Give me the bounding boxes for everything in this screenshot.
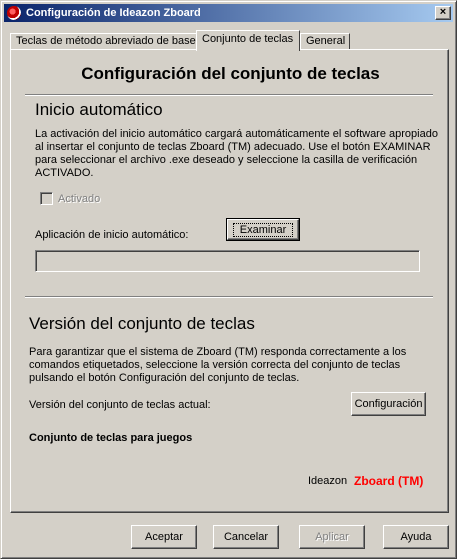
configuracion-button[interactable]: Configuración bbox=[351, 392, 426, 416]
accept-button-label: Aceptar bbox=[145, 531, 183, 543]
autostart-heading: Inicio automático bbox=[35, 100, 163, 119]
description-line: ACTIVADO. bbox=[35, 167, 94, 179]
divider bbox=[25, 94, 433, 96]
dialog-window: Configuración de Ideazon Zboard × Teclas… bbox=[0, 0, 457, 559]
autostart-description: La activación del inicio automático carg… bbox=[35, 128, 438, 180]
version-description: Para garantizar que el sistema de Zboard… bbox=[29, 346, 406, 385]
tab-general[interactable]: General bbox=[300, 33, 350, 50]
divider bbox=[25, 296, 433, 298]
activado-checkbox-row: Activado bbox=[40, 192, 100, 205]
apply-button[interactable]: Aplicar bbox=[299, 525, 365, 549]
current-version-label: Versión del conjunto de teclas actual: bbox=[29, 399, 211, 411]
browse-button[interactable]: Examinar bbox=[226, 218, 300, 241]
autostart-app-path-field bbox=[35, 250, 420, 272]
tab-label: Teclas de método abreviado de base bbox=[16, 35, 196, 47]
help-button-label: Ayuda bbox=[400, 531, 432, 543]
window-title: Configuración de Ideazon Zboard bbox=[26, 7, 201, 19]
tab-teclas-metodo-abreviado[interactable]: Teclas de método abreviado de base bbox=[10, 33, 198, 50]
close-button[interactable]: × bbox=[435, 6, 451, 20]
description-line: comandos etiquetados, seleccione la vers… bbox=[29, 359, 401, 371]
tab-label: Conjunto de teclas bbox=[202, 33, 294, 45]
browse-button-label: Examinar bbox=[232, 222, 294, 237]
apply-button-label: Aplicar bbox=[315, 531, 349, 543]
brand-prefix: Ideazon bbox=[308, 475, 348, 487]
description-line: al insertar el conjunto de teclas Zboard… bbox=[35, 141, 431, 153]
tab-panel: Configuración del conjunto de teclas Ini… bbox=[10, 49, 449, 513]
description-line: Para garantizar que el sistema de Zboard… bbox=[29, 346, 407, 358]
close-icon: × bbox=[439, 6, 447, 18]
accept-button[interactable]: Aceptar bbox=[131, 525, 197, 549]
cancel-button[interactable]: Cancelar bbox=[213, 525, 279, 549]
panel-title: Configuración del conjunto de teclas bbox=[81, 64, 380, 83]
activado-checkbox bbox=[40, 192, 53, 205]
title-bar[interactable]: Configuración de Ideazon Zboard × bbox=[4, 4, 453, 22]
description-line: para seleccionar el archivo .exe deseado… bbox=[35, 154, 418, 166]
activado-label: Activado bbox=[58, 192, 101, 205]
brand-name: Zboard (TM) bbox=[354, 474, 424, 488]
current-version-value: Conjunto de teclas para juegos bbox=[29, 432, 193, 444]
help-button[interactable]: Ayuda bbox=[383, 525, 449, 549]
autostart-app-label: Aplicación de inicio automático: bbox=[35, 229, 189, 241]
configuracion-button-label: Configuración bbox=[354, 398, 423, 410]
cancel-button-label: Cancelar bbox=[223, 531, 269, 543]
description-line: La activación del inicio automático carg… bbox=[35, 128, 438, 140]
tab-label: General bbox=[306, 35, 346, 47]
ideazon-logo-icon bbox=[7, 6, 21, 20]
description-line: pulsando el botón Configuración del conj… bbox=[29, 372, 300, 384]
tab-conjunto-de-teclas[interactable]: Conjunto de teclas bbox=[196, 30, 300, 51]
version-heading: Versión del conjunto de teclas bbox=[29, 314, 255, 333]
